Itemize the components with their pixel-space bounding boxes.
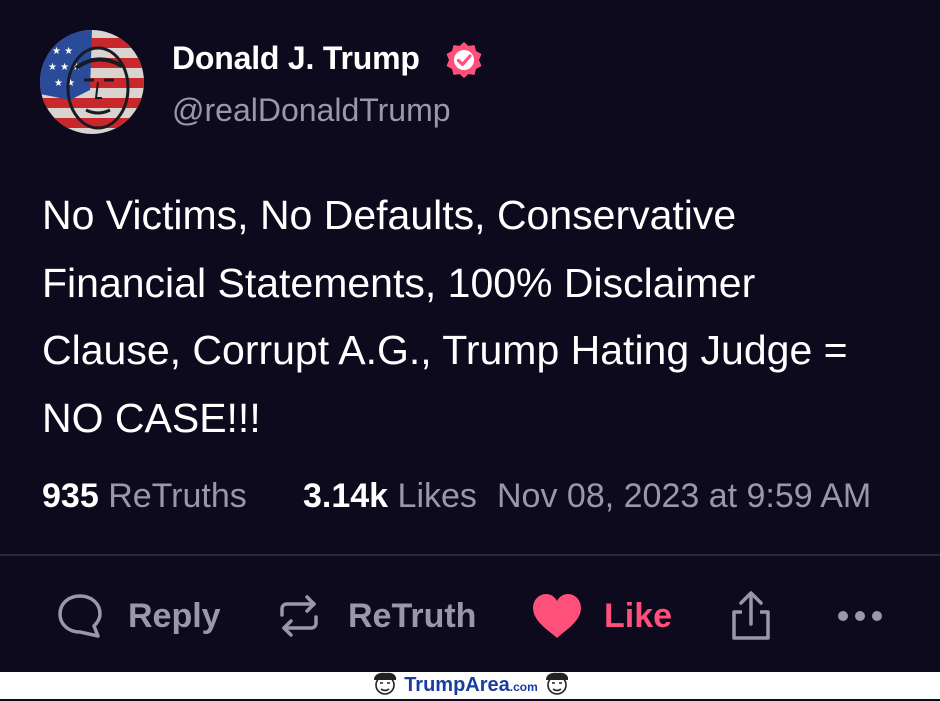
user-handle[interactable]: @realDonaldTrump: [172, 92, 451, 129]
reply-button[interactable]: Reply: [56, 588, 221, 644]
likes-label: Likes: [397, 477, 477, 515]
watermark-text: TrumpArea.com: [404, 674, 538, 696]
display-name[interactable]: Donald J. Trump: [172, 40, 420, 77]
retruths-stat[interactable]: 935 ReTruths: [42, 477, 247, 516]
post-text: No Victims, No Defaults, Conservative Fi…: [42, 192, 848, 441]
post-card: ★ ★ ★ ★ ★ ★ ★ Donald J. Trump @realDonal…: [0, 0, 940, 672]
like-button[interactable]: Like: [531, 588, 672, 644]
likes-stat[interactable]: 3.14k Likes: [303, 477, 477, 516]
svg-text:★ ★: ★ ★: [52, 46, 73, 57]
retruth-button[interactable]: ReTruth: [274, 588, 476, 644]
caricature-icon: [370, 670, 400, 701]
retruths-count: 935: [42, 477, 99, 515]
ellipsis-icon: [836, 609, 884, 623]
like-label: Like: [604, 596, 673, 635]
watermark-bar: TrumpArea.com: [0, 672, 940, 699]
reply-label: Reply: [128, 596, 221, 635]
caricature-icon: [542, 670, 572, 701]
repost-arrows-icon: [274, 591, 324, 641]
retruths-label: ReTruths: [108, 477, 247, 515]
heart-icon: [531, 592, 583, 640]
verified-badge-icon: [444, 40, 484, 80]
divider: [0, 554, 940, 556]
more-options-button[interactable]: [836, 588, 884, 644]
retruth-label: ReTruth: [348, 596, 477, 635]
likes-count: 3.14k: [303, 477, 389, 515]
watermark: TrumpArea.com: [360, 672, 582, 699]
share-upload-icon: [728, 590, 774, 642]
avatar[interactable]: ★ ★ ★ ★ ★ ★ ★: [40, 30, 144, 134]
share-button[interactable]: [728, 588, 774, 644]
svg-text:★ ★: ★ ★: [54, 78, 75, 89]
speech-bubble-icon: [56, 592, 104, 640]
post-timestamp[interactable]: Nov 08, 2023 at 9:59 AM: [497, 477, 871, 516]
